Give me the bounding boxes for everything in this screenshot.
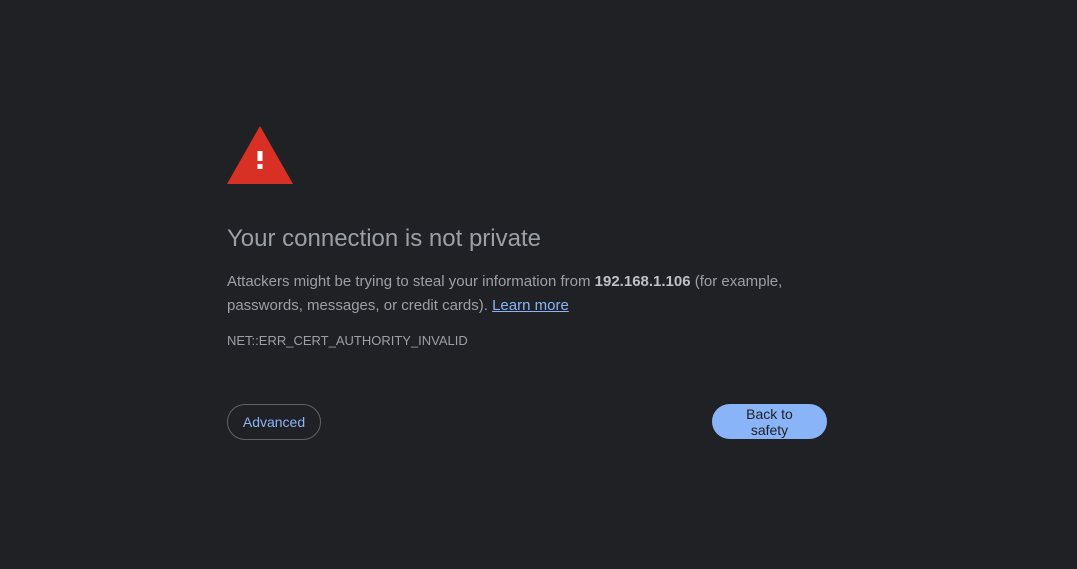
warning-triangle-icon bbox=[227, 126, 293, 184]
page-heading: Your connection is not private bbox=[227, 225, 541, 252]
learn-more-link[interactable]: Learn more bbox=[492, 297, 569, 314]
error-summary: Attackers might be trying to steal your … bbox=[227, 270, 807, 318]
error-code: NET::ERR_CERT_AUTHORITY_INVALID bbox=[227, 333, 468, 348]
host-address: 192.168.1.106 bbox=[594, 273, 691, 290]
advanced-button[interactable]: Advanced bbox=[227, 404, 321, 440]
summary-prefix: Attackers might be trying to steal your … bbox=[227, 273, 595, 290]
back-to-safety-button[interactable]: Back to safety bbox=[712, 404, 827, 439]
